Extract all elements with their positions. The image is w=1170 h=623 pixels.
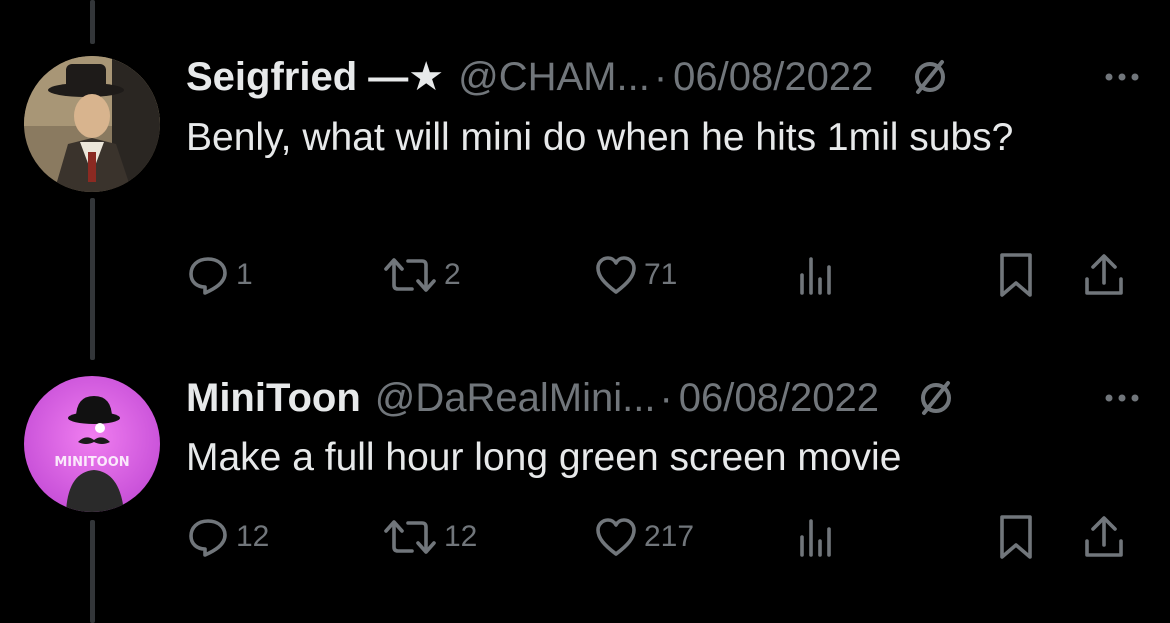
avatar-illustration: MINITOON	[24, 376, 160, 512]
grok-icon[interactable]	[909, 56, 951, 98]
reply-icon	[189, 519, 227, 557]
separator-dot: ·	[653, 54, 668, 99]
views-button[interactable]	[794, 512, 838, 562]
bookmark-button[interactable]	[994, 512, 1038, 562]
share-icon	[1085, 516, 1123, 557]
tweet-header: MiniToon @DaRealMini... · 06/08/2022	[186, 373, 1142, 423]
action-bar: 1 2 71	[186, 250, 1146, 300]
bookmark-icon	[1000, 515, 1032, 559]
views-icon	[800, 519, 831, 557]
reply-count: 12	[236, 520, 270, 553]
avatar[interactable]: MINITOON	[24, 376, 160, 512]
like-icon	[596, 518, 636, 556]
repost-button[interactable]: 2	[382, 250, 461, 300]
tweet-text: Benly, what will mini do when he hits 1m…	[186, 116, 1014, 159]
reply-button[interactable]: 12	[186, 512, 269, 562]
repost-button[interactable]: 12	[382, 512, 477, 562]
repost-count: 2	[444, 258, 461, 291]
avatar-logo-text: MINITOON	[54, 455, 129, 470]
reply-button[interactable]: 1	[186, 250, 253, 300]
share-icon	[1085, 254, 1123, 295]
tweet-date[interactable]: 06/08/2022	[673, 55, 873, 100]
grok-icon[interactable]	[915, 377, 957, 419]
repost-icon	[384, 258, 436, 292]
user-handle[interactable]: @DaRealMini...	[375, 376, 656, 421]
like-button[interactable]: 217	[594, 512, 694, 562]
repost-icon	[384, 520, 436, 554]
like-count: 217	[644, 520, 695, 553]
display-name[interactable]: MiniToon	[186, 376, 361, 421]
reply-count: 1	[236, 258, 253, 291]
separator-dot: ·	[659, 375, 673, 420]
bookmark-icon	[1000, 253, 1032, 297]
tweet-header: Seigfried —★ @CHAM... · 06/08/2022	[186, 52, 1142, 102]
user-handle[interactable]: @CHAM...	[458, 55, 650, 100]
avatar-illustration	[24, 56, 160, 192]
action-bar: 12 12 217	[186, 512, 1146, 562]
like-button[interactable]: 71	[594, 250, 677, 300]
display-name[interactable]: Seigfried —★	[186, 54, 444, 100]
repost-count: 12	[444, 520, 478, 553]
bookmark-button[interactable]	[994, 250, 1038, 300]
views-icon	[800, 257, 831, 295]
tweet-date[interactable]: 06/08/2022	[679, 376, 879, 421]
tweet[interactable]: MINITOON MiniToon @DaRealMini... · 06/08…	[0, 320, 1170, 623]
like-count: 71	[644, 258, 678, 291]
avatar[interactable]	[24, 56, 160, 192]
tweet[interactable]: Seigfried —★ @CHAM... · 06/08/2022 Benly…	[0, 0, 1170, 320]
like-icon	[596, 256, 636, 294]
views-button[interactable]	[794, 250, 838, 300]
share-button[interactable]	[1082, 250, 1126, 300]
more-icon[interactable]	[1102, 383, 1142, 413]
share-button[interactable]	[1082, 512, 1126, 562]
more-icon[interactable]	[1102, 62, 1142, 92]
reply-icon	[189, 257, 227, 295]
tweet-text: Make a full hour long green screen movie	[186, 436, 902, 479]
